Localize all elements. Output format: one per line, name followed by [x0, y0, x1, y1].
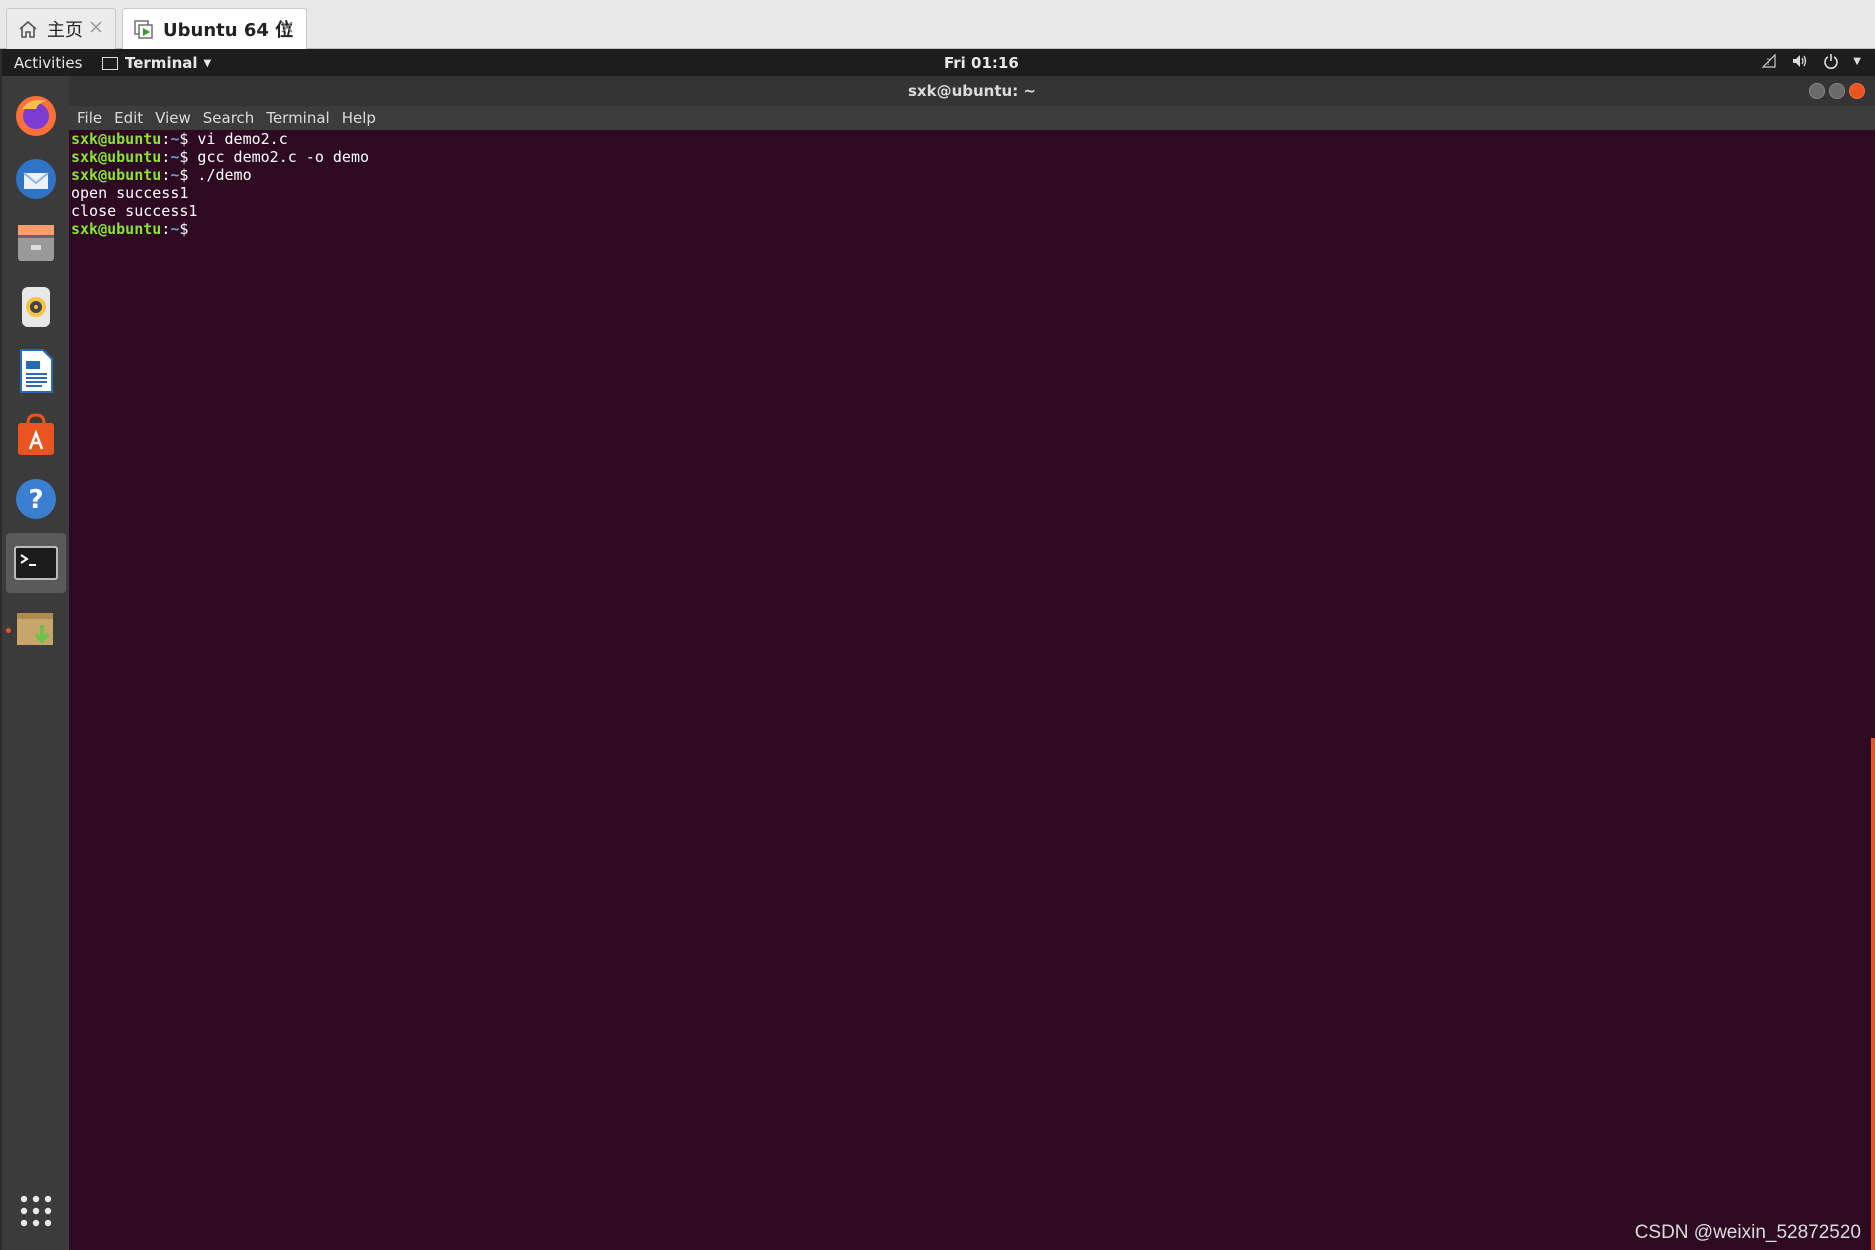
ubuntu-software-icon	[18, 413, 54, 455]
svg-text:?: ?	[28, 485, 43, 515]
scrollbar[interactable]	[1871, 738, 1875, 1250]
tab-ubuntu-vm-label: Ubuntu 64 位	[163, 20, 294, 41]
terminal-output-line: close success1	[71, 202, 198, 220]
prompt-sep: :	[161, 166, 171, 184]
prompt-user: sxk@ubuntu	[71, 220, 162, 238]
terminal-small-icon	[102, 56, 118, 70]
home-icon	[19, 20, 37, 38]
terminal-output-line: open success1	[71, 184, 189, 202]
dock-rhythmbox[interactable]	[11, 282, 61, 332]
minimize-button[interactable]	[1809, 83, 1825, 99]
thunderbird-icon	[16, 159, 56, 199]
command-text: gcc demo2.c -o demo	[188, 148, 370, 166]
menu-terminal[interactable]: Terminal	[266, 109, 329, 127]
network-icon: ?	[1761, 53, 1776, 68]
tab-home[interactable]: 主页	[6, 8, 116, 49]
window-title: sxk@ubuntu: ~	[908, 82, 1036, 100]
package-installer-icon	[17, 613, 53, 645]
dock-show-apps[interactable]	[11, 1186, 61, 1236]
prompt-symbol: $	[179, 220, 189, 238]
menu-view[interactable]: View	[155, 109, 191, 127]
terminal-line: sxk@ubuntu:~$ ./demo	[71, 166, 1873, 184]
terminal-line: sxk@ubuntu:~$ gcc demo2.c -o demo	[71, 148, 1873, 166]
libreoffice-writer-icon	[20, 349, 53, 393]
terminal-line: sxk@ubuntu:~$	[71, 220, 1873, 238]
help-icon: ?	[16, 479, 56, 519]
dock-package-installer[interactable]	[11, 602, 61, 652]
firefox-icon	[16, 96, 56, 136]
menu-search[interactable]: Search	[203, 109, 255, 127]
caret-down-icon: ▼	[1853, 55, 1861, 67]
dock-software[interactable]	[11, 410, 61, 460]
prompt-user: sxk@ubuntu	[71, 130, 162, 148]
files-icon	[18, 225, 54, 261]
terminal-menu-bar: File Edit View Search Terminal Help	[69, 106, 1875, 130]
terminal-title-bar[interactable]: sxk@ubuntu: ~	[69, 76, 1875, 106]
command-text: vi demo2.c	[188, 130, 288, 148]
app-menu-button[interactable]: Terminal ▼	[102, 54, 211, 72]
svg-text:?: ?	[1766, 58, 1771, 68]
vm-play-icon	[134, 20, 153, 39]
clock[interactable]: Fri 01:16	[944, 54, 1019, 72]
window-controls	[1809, 83, 1865, 99]
dock-help[interactable]: ?	[11, 474, 61, 524]
gnome-top-bar: Activities Terminal ▼ Fri 01:16 ? ▼	[2, 49, 1875, 76]
dock-terminal[interactable]	[6, 533, 66, 593]
tab-ubuntu-vm[interactable]: Ubuntu 64 位	[122, 8, 307, 49]
power-icon	[1824, 54, 1839, 69]
close-icon[interactable]	[87, 18, 105, 36]
show-applications-icon	[20, 1195, 52, 1227]
maximize-button[interactable]	[1829, 83, 1845, 99]
dock-thunderbird[interactable]	[11, 154, 61, 204]
prompt-user: sxk@ubuntu	[71, 148, 162, 166]
prompt-sep: :	[161, 148, 171, 166]
prompt-sep: :	[161, 130, 171, 148]
watermark: CSDN @weixin_52872520	[1634, 1222, 1861, 1243]
terminal-line: sxk@ubuntu:~$ vi demo2.c	[71, 130, 1873, 148]
activities-button[interactable]: Activities	[14, 54, 82, 72]
rhythmbox-icon	[22, 287, 50, 327]
vm-tab-bar: 主页 Ubuntu 64 位	[0, 0, 1875, 49]
volume-icon	[1793, 55, 1807, 67]
prompt-sep: :	[161, 220, 171, 238]
system-menu[interactable]: ? ▼	[1761, 53, 1861, 69]
menu-help[interactable]: Help	[342, 109, 376, 127]
dock-files[interactable]	[11, 218, 61, 268]
caret-down-icon: ▼	[203, 57, 212, 69]
command-text: ./demo	[188, 166, 252, 184]
dock-firefox[interactable]	[11, 90, 61, 140]
terminal-output[interactable]: sxk@ubuntu:~$ vi demo2.c sxk@ubuntu:~$ g…	[69, 130, 1875, 1250]
terminal-icon	[14, 546, 58, 580]
dock-writer[interactable]	[11, 346, 61, 396]
prompt-user: sxk@ubuntu	[71, 166, 162, 184]
menu-file[interactable]: File	[77, 109, 102, 127]
close-icon[interactable]	[278, 18, 296, 36]
menu-edit[interactable]: Edit	[114, 109, 143, 127]
dock: ?	[2, 76, 69, 1250]
tab-home-label: 主页	[47, 20, 83, 41]
ubuntu-desktop: Activities Terminal ▼ Fri 01:16 ? ▼ ? sx…	[2, 49, 1875, 1250]
close-window-button[interactable]	[1849, 83, 1865, 99]
app-menu-label: Terminal	[125, 54, 198, 72]
